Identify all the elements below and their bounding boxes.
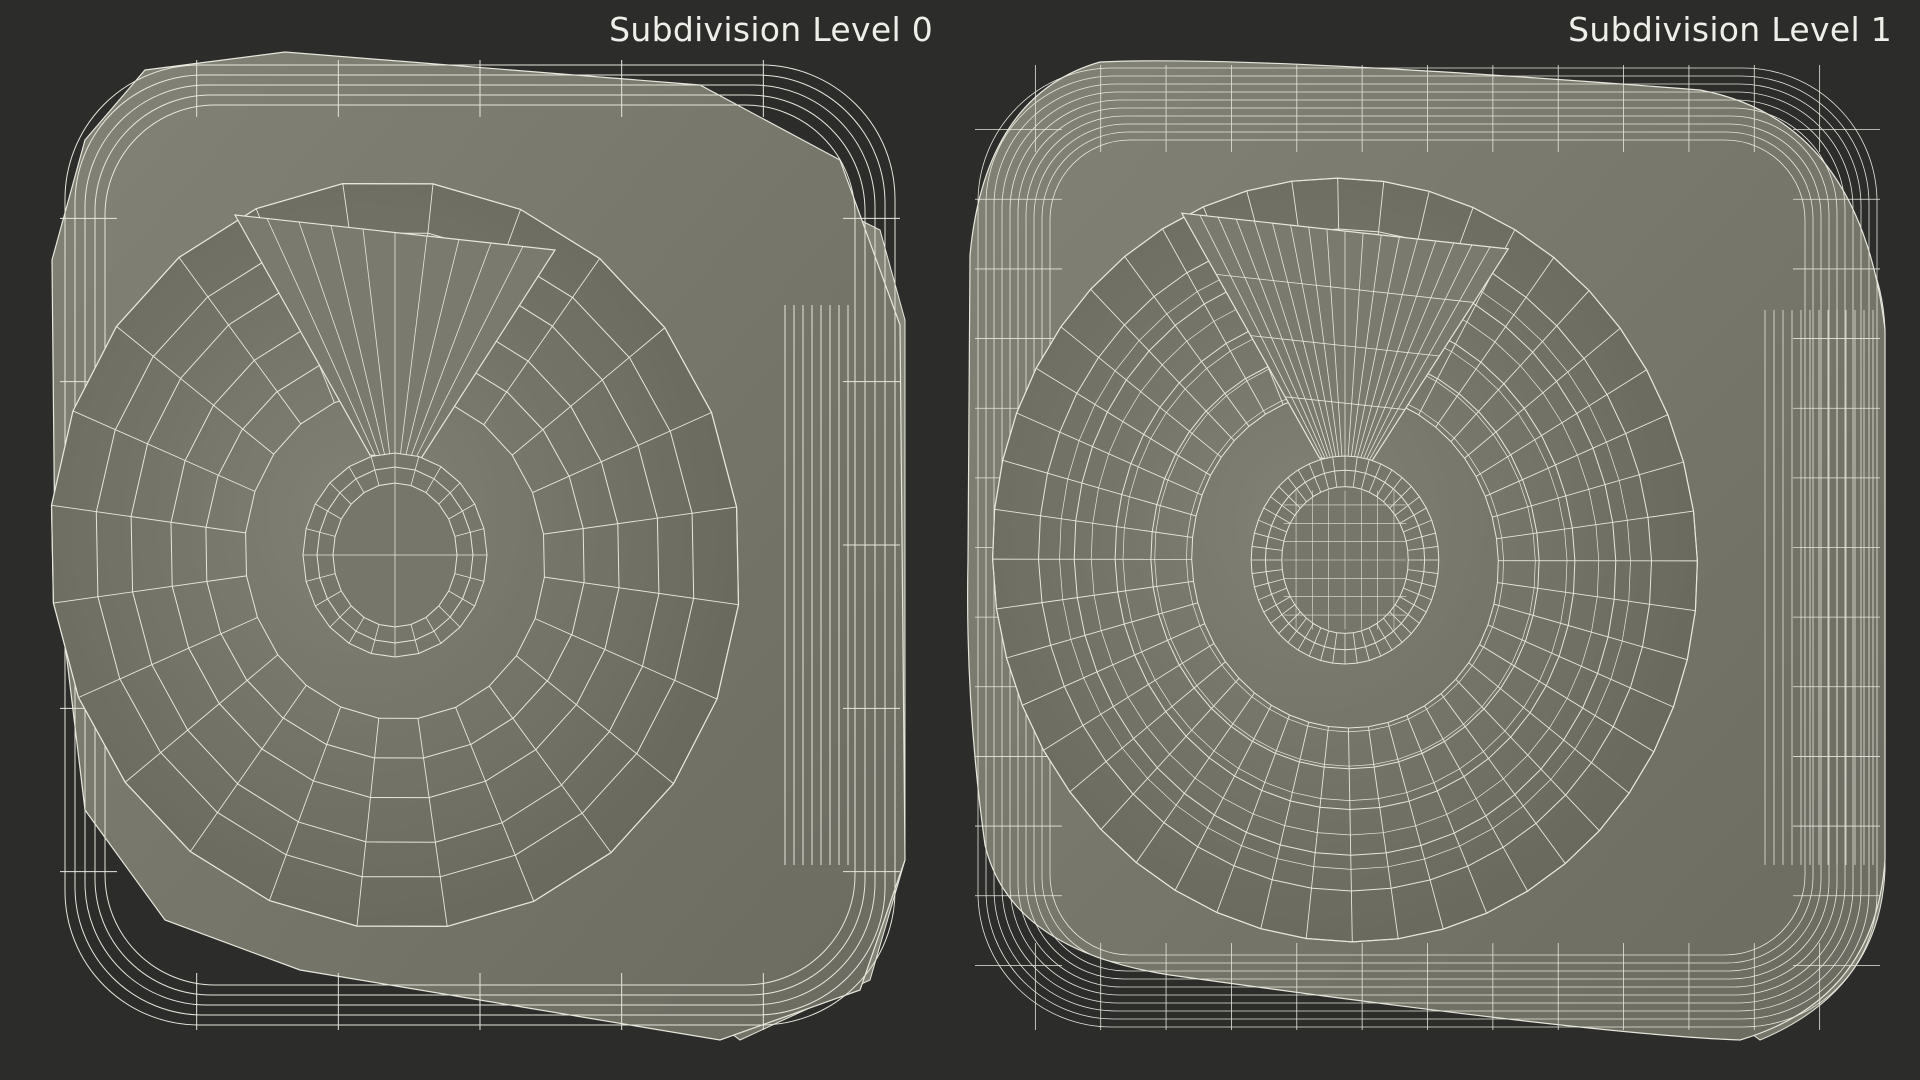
render-canvas [50, 51, 1886, 1041]
subdivided-model [967, 60, 1886, 1041]
low-poly-model [50, 51, 906, 1041]
caption-subdivision-level-1: Subdivision Level 1 [1568, 10, 1892, 49]
caption-subdivision-level-0: Subdivision Level 0 [609, 10, 933, 49]
render-viewport: Subdivision Level 0 Subdivision Level 1 [0, 0, 1920, 1080]
